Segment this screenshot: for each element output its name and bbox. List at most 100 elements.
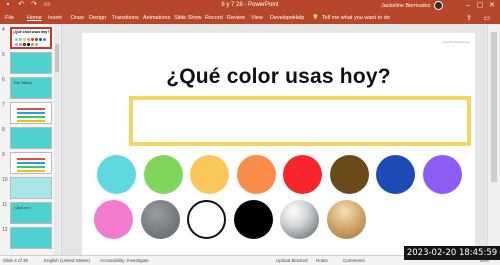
comments-button[interactable]: Comments: [343, 258, 365, 263]
slide-thumbnail[interactable]: [10, 52, 52, 74]
slide-thumbnail[interactable]: [10, 152, 52, 174]
row1-color-circle[interactable]: [143, 155, 183, 194]
powerpoint-window: ▪ ↶ ↷ ▭ 6 y 7 28 - PowerPoint Jackeline …: [0, 0, 500, 265]
thumbnail-row[interactable]: 10: [0, 174, 62, 202]
slide-thumbnail[interactable]: ¿Qué color usas hoy?: [10, 27, 52, 49]
tab-insert[interactable]: Insert: [48, 15, 62, 21]
slide-counter: Slide 4 of 35: [3, 258, 29, 263]
tab-developer[interactable]: Developer: [270, 15, 295, 21]
slide-thumbnail[interactable]: [10, 127, 52, 149]
thumbnail-dot: [39, 38, 42, 41]
row1-color-circle[interactable]: [329, 155, 369, 194]
thumbnail-bar: [17, 116, 45, 118]
slide-thumbnail[interactable]: ¿Qué es?: [10, 202, 52, 224]
thumbnail-row[interactable]: 11 ¿Qué es?: [0, 199, 62, 227]
thumbnail-dot-row: [15, 38, 46, 41]
tab-draw[interactable]: Draw: [71, 15, 84, 21]
tell-me-search[interactable]: 💡 Tell me what you want to do: [312, 15, 390, 21]
answer-text-box[interactable]: [129, 96, 471, 146]
thumbnail-title: The Tattoo: [13, 80, 32, 85]
editor-scrollbar[interactable]: [487, 24, 500, 255]
row1-color-circle[interactable]: [236, 155, 276, 194]
slide-thumbnail[interactable]: [10, 102, 52, 124]
tab-animations[interactable]: Animations: [143, 15, 170, 21]
tab-review[interactable]: Review: [227, 15, 245, 21]
thumbnail-dot: [15, 43, 18, 46]
slide-editor: Learning Resources ¿Qué color usas hoy?: [62, 24, 500, 255]
tab-home[interactable]: Home: [27, 15, 42, 21]
thumbnail-bar: [17, 120, 45, 122]
row2-color-circle[interactable]: [94, 200, 133, 239]
share-icon[interactable]: ⇪: [466, 14, 472, 22]
tab-view[interactable]: View: [251, 15, 263, 21]
thumbnail-row[interactable]: 4 ¿Qué color usas hoy?: [0, 24, 62, 52]
thumbnail-row[interactable]: 12: [0, 224, 62, 252]
thumbnail-bar: [17, 158, 45, 160]
thumbnail-dot: [19, 38, 22, 41]
maximize-button[interactable]: ▢: [474, 0, 486, 12]
thumbnail-dot: [27, 38, 30, 41]
tab-file[interactable]: File: [5, 15, 14, 21]
thumbnail-row[interactable]: 9: [0, 149, 62, 177]
thumbnail-dot: [35, 38, 38, 41]
thumbnail-number: 11: [2, 202, 8, 208]
account-area[interactable]: Jackeline Bermudez: [381, 1, 443, 10]
slide-thumbnail[interactable]: The Tattoo: [10, 77, 52, 99]
thumbnail-row[interactable]: 6 The Tattoo: [0, 74, 62, 102]
thumbnails-scrollbar[interactable]: [54, 24, 60, 255]
thumbnail-row[interactable]: 7: [0, 99, 62, 127]
current-slide[interactable]: Learning Resources ¿Qué color usas hoy?: [82, 33, 475, 255]
thumbnail-number: 12: [2, 227, 8, 233]
thumbnail-bar: [17, 112, 45, 114]
close-button[interactable]: ✕: [486, 0, 498, 12]
upload-status[interactable]: Upload Blocked: [276, 258, 308, 263]
lightbulb-icon: 💡: [312, 15, 319, 21]
avatar[interactable]: [433, 1, 443, 10]
thumbnail-number: 4: [2, 27, 5, 33]
row2-color-circle[interactable]: [233, 200, 273, 239]
accessibility-checker[interactable]: Accessibility: Investigate: [100, 258, 149, 263]
row1-color-circle[interactable]: [190, 155, 229, 194]
tab-record[interactable]: Record: [205, 15, 223, 21]
row2-color-circle[interactable]: [140, 200, 180, 239]
thumbnail-row[interactable]: 5: [0, 49, 62, 77]
thumbnail-title: ¿Qué color usas hoy?: [12, 30, 50, 34]
thumbnail-dot: [31, 38, 34, 41]
row1-color-circle[interactable]: [422, 155, 462, 194]
row1-color-circle[interactable]: [283, 155, 322, 194]
row1-color-circle[interactable]: [376, 155, 415, 194]
notes-button[interactable]: Notes: [316, 258, 328, 263]
tab-slide-show[interactable]: Slide Show: [174, 15, 202, 21]
thumbnail-number: 8: [2, 127, 5, 133]
slide-thumbnail[interactable]: [10, 227, 52, 249]
slide-thumbnail[interactable]: [10, 177, 52, 199]
editor-scrollbar-thumb[interactable]: [491, 32, 497, 182]
thumbnail-number: 10: [2, 177, 8, 183]
thumbnail-number: 5: [2, 52, 5, 58]
tab-help[interactable]: Help: [293, 15, 304, 21]
minimize-button[interactable]: –: [462, 0, 474, 12]
row2-color-circle[interactable]: [280, 200, 319, 239]
tell-me-label: Tell me what you want to do: [321, 15, 390, 21]
comment-icon[interactable]: ▭: [483, 14, 490, 22]
title-bar: ▪ ↶ ↷ ▭ 6 y 7 28 - PowerPoint Jackeline …: [0, 0, 500, 12]
thumbnail-row[interactable]: 8: [0, 124, 62, 152]
thumbnail-dot: [43, 38, 46, 41]
thumbnail-dot: [15, 38, 18, 41]
thumbnail-bar: [17, 166, 45, 168]
thumbnail-number: 6: [2, 77, 5, 83]
scrollbar-thumb[interactable]: [55, 44, 59, 72]
slide-thumbnails-pane: 4 ¿Qué color usas hoy? 5 6 The Tattoo 7 8 9 10 11…: [0, 24, 62, 255]
language-indicator[interactable]: English (United States): [44, 258, 90, 263]
window-controls: – ▢ ✕: [462, 0, 498, 12]
row2-color-circle[interactable]: [187, 200, 226, 239]
thumbnail-number: 7: [2, 102, 5, 108]
tab-transitions[interactable]: Transitions: [112, 15, 139, 21]
tab-design[interactable]: Design: [89, 15, 106, 21]
slide-title[interactable]: ¿Qué color usas hoy?: [82, 65, 475, 89]
thumbnail-bar: [17, 108, 45, 110]
thumbnail-dot: [19, 43, 22, 46]
row2-color-circle[interactable]: [326, 200, 366, 239]
thumbnail-bar: [17, 162, 45, 164]
row1-color-circle[interactable]: [97, 155, 136, 194]
